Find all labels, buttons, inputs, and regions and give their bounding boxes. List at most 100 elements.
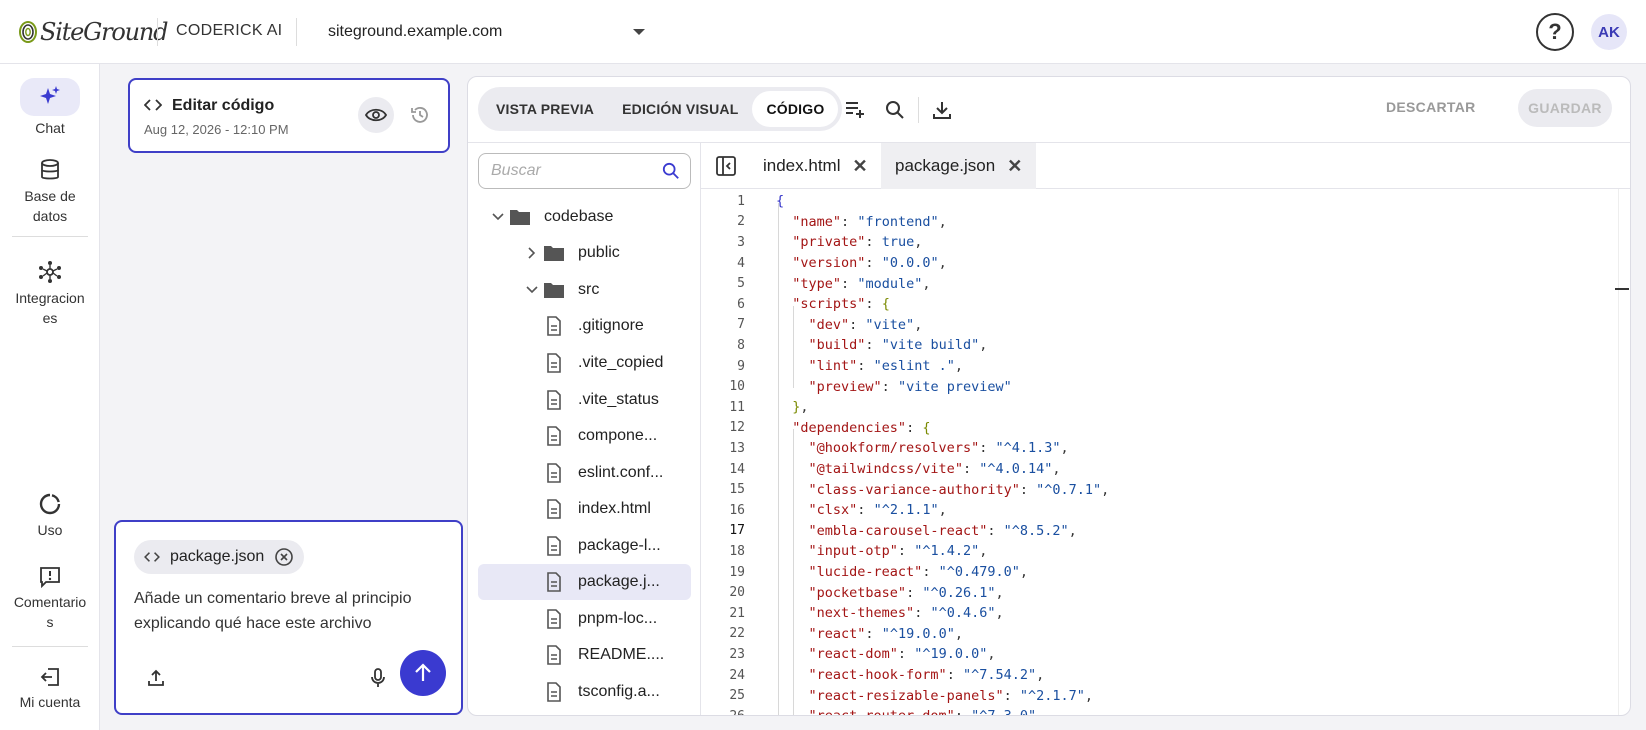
tree-folder-codebase[interactable]: codebase [478, 199, 691, 235]
tree-file[interactable]: package-l... [478, 528, 691, 564]
tree-label: .gitignore [578, 317, 644, 334]
upload-icon [148, 669, 164, 686]
edit-code-card[interactable]: Editar código Aug 12, 2026 - 12:10 PM [128, 78, 450, 153]
tree-label: .vite_status [578, 391, 659, 408]
remove-icon[interactable] [274, 547, 294, 567]
tree-file[interactable]: compone... [478, 418, 691, 454]
code-text: "embla-carousel-react": "^8.5.2", [808, 522, 1077, 539]
rail-item-database[interactable]: Base de datos [0, 156, 100, 224]
tree-file[interactable]: .vite_status [478, 382, 691, 418]
search-code-button[interactable] [880, 95, 910, 125]
download-button[interactable] [927, 95, 957, 125]
code-line[interactable]: 16 "clsx": "^2.1.1", [701, 500, 1601, 521]
tree-file[interactable]: .vite_copied [478, 345, 691, 381]
file-search-input[interactable] [479, 154, 649, 188]
code-editor[interactable]: 1{2 "name": "frontend", 3 "private": true… [701, 189, 1630, 715]
upload-button[interactable] [138, 660, 174, 696]
code-line[interactable]: 7 "dev": "vite", [701, 315, 1601, 336]
code-line[interactable]: 11 }, [701, 397, 1601, 418]
code-text: "class-variance-authority": "^0.7.1", [808, 481, 1110, 498]
code-text: "react-resizable-panels": "^2.1.7", [808, 687, 1094, 704]
code-line[interactable]: 9 "lint": "eslint .", [701, 356, 1601, 377]
tree-file[interactable]: pnpm-loc... [478, 601, 691, 637]
add-comment-button[interactable] [840, 95, 870, 125]
code-text: "dev": "vite", [808, 316, 923, 333]
line-number: 7 [737, 317, 745, 333]
editor-tab-index-html[interactable]: index.html ✕ [749, 143, 882, 189]
code-line[interactable]: 23 "react-dom": "^19.0.0", [701, 644, 1601, 665]
code-line[interactable]: 4 "version": "0.0.0", [701, 253, 1601, 274]
file-tree: codebase public src .gitignore .vite_cop… [468, 143, 701, 715]
preview-button[interactable] [358, 97, 394, 133]
code-text: "next-themes": "^0.4.6", [808, 605, 1004, 622]
tree-folder-src[interactable]: src [478, 272, 691, 308]
tree-file[interactable]: README.... [478, 637, 691, 673]
editor-tab-package-json[interactable]: package.json ✕ [881, 143, 1037, 189]
history-button[interactable] [402, 97, 438, 133]
code-line[interactable]: 10 "preview": "vite preview" [701, 376, 1601, 397]
tab-code[interactable]: CÓDIGO [752, 91, 839, 127]
line-number: 8 [737, 337, 745, 353]
close-icon[interactable]: ✕ [852, 156, 867, 177]
microphone-button[interactable] [360, 660, 396, 696]
save-button[interactable]: GUARDAR [1518, 89, 1612, 127]
code-line[interactable]: 19 "lucide-react": "^0.479.0", [701, 562, 1601, 583]
file-icon [542, 682, 566, 702]
send-button[interactable] [400, 650, 446, 696]
tree-file[interactable]: tsconfig.a... [478, 674, 691, 710]
tree-file-selected[interactable]: package.j... [478, 564, 691, 600]
editor-scrollbar[interactable] [1618, 189, 1619, 715]
code-line[interactable]: 25 "react-resizable-panels": "^2.1.7", [701, 685, 1601, 706]
code-line[interactable]: 20 "pocketbase": "^0.26.1", [701, 582, 1601, 603]
code-line[interactable]: 12 "dependencies": { [701, 418, 1601, 439]
discard-button[interactable]: DESCARTAR [1386, 99, 1476, 115]
code-line[interactable]: 6 "scripts": { [701, 294, 1601, 315]
file-chip[interactable]: package.json [134, 540, 305, 574]
rail-label: Base de [24, 188, 76, 204]
code-line[interactable]: 14 "@tailwindcss/vite": "^4.0.14", [701, 459, 1601, 480]
chat-composer[interactable]: package.json Añade un comentario breve a… [114, 520, 463, 715]
code-line[interactable]: 22 "react": "^19.0.0", [701, 624, 1601, 645]
rail-item-comments[interactable]: Comentario s [0, 564, 100, 630]
code-line[interactable]: 8 "build": "vite build", [701, 335, 1601, 356]
code-line[interactable]: 5 "type": "module", [701, 273, 1601, 294]
editor-panel: VISTA PREVIA EDICIÓN VISUAL CÓDIGO DESCA… [467, 76, 1631, 716]
line-number: 6 [737, 296, 745, 312]
tree-file[interactable]: index.html [478, 491, 691, 527]
tree-file[interactable]: .gitignore [478, 308, 691, 344]
tree-file[interactable]: eslint.conf... [478, 455, 691, 491]
site-selector[interactable]: siteground.example.com [328, 16, 646, 48]
avatar[interactable]: AK [1591, 14, 1627, 50]
tab-preview[interactable]: VISTA PREVIA [482, 91, 608, 127]
file-search[interactable] [478, 153, 691, 189]
line-number: 18 [729, 543, 745, 559]
line-number: 23 [729, 646, 745, 662]
tree-label: package-l... [578, 537, 661, 554]
code-line[interactable]: 21 "next-themes": "^0.4.6", [701, 603, 1601, 624]
rail-item-integrations[interactable]: Integracion es [0, 258, 100, 326]
code-text: "pocketbase": "^0.26.1", [808, 584, 1004, 601]
code-line[interactable]: 3 "private": true, [701, 232, 1601, 253]
tree-folder-public[interactable]: public [478, 235, 691, 271]
tab-visual-edit[interactable]: EDICIÓN VISUAL [608, 91, 752, 127]
code-line[interactable]: 15 "class-variance-authority": "^0.7.1", [701, 479, 1601, 500]
siteground-logo[interactable]: SiteGround [18, 16, 169, 48]
tree-label: package.j... [578, 573, 660, 590]
message-input[interactable]: Añade un comentario breve al principio e… [134, 586, 444, 636]
help-button[interactable]: ? [1536, 13, 1574, 51]
comment-icon [0, 564, 100, 590]
close-icon[interactable]: ✕ [1007, 156, 1022, 177]
rail-item-chat[interactable]: Chat [0, 78, 100, 136]
code-line[interactable]: 26 "react-router-dom": "^7.3.0", [701, 706, 1601, 715]
code-line[interactable]: 1{ [701, 191, 1601, 212]
code-line[interactable]: 24 "react-hook-form": "^7.54.2", [701, 665, 1601, 686]
arrow-up-icon [415, 663, 431, 681]
code-line[interactable]: 13 "@hookform/resolvers": "^4.1.3", [701, 438, 1601, 459]
code-line[interactable]: 18 "input-otp": "^1.4.2", [701, 541, 1601, 562]
line-number: 2 [737, 214, 745, 230]
rail-item-usage[interactable]: Uso [0, 490, 100, 538]
code-line[interactable]: 2 "name": "frontend", [701, 212, 1601, 233]
code-line[interactable]: 17 "embla-carousel-react": "^8.5.2", [701, 521, 1601, 542]
rail-item-account[interactable]: Mi cuenta [0, 664, 100, 710]
sidebar-collapse-icon[interactable] [715, 155, 737, 177]
